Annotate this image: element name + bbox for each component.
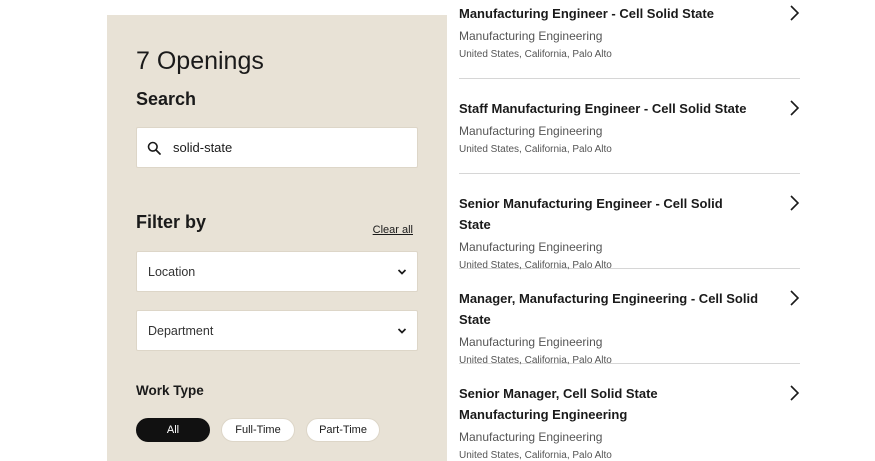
search-box[interactable] (136, 127, 418, 168)
job-location: United States, California, Palo Alto (459, 355, 612, 366)
job-title[interactable]: Senior Manufacturing Engineer - Cell Sol… (459, 193, 749, 235)
openings-count: 7 Openings (136, 47, 264, 75)
job-title[interactable]: Manager, Manufacturing Engineering - Cel… (459, 288, 789, 330)
work-type-heading: Work Type (136, 383, 204, 398)
job-listing[interactable]: Manufacturing Engineer - Cell Solid Stat… (459, 3, 800, 79)
job-location: United States, California, Palo Alto (459, 260, 612, 271)
job-location: United States, California, Palo Alto (459, 450, 612, 461)
department-dropdown[interactable]: Department (136, 310, 418, 351)
work-type-full-time-button[interactable]: Full-Time (221, 418, 295, 442)
work-type-all-button[interactable]: All (136, 418, 210, 442)
filter-sidebar: 7 Openings Search Filter by Clear all Lo… (107, 15, 447, 461)
job-location: United States, California, Palo Alto (459, 49, 612, 60)
chevron-right-icon[interactable] (788, 99, 800, 117)
job-listing[interactable]: Senior Manager, Cell Solid State Manufac… (459, 383, 800, 461)
chevron-right-icon[interactable] (788, 194, 800, 212)
search-icon (147, 141, 161, 155)
job-title[interactable]: Manufacturing Engineer - Cell Solid Stat… (459, 3, 749, 24)
job-department: Manufacturing Engineering (459, 240, 603, 254)
chevron-right-icon[interactable] (788, 384, 800, 402)
search-heading: Search (136, 89, 197, 109)
location-dropdown[interactable]: Location (136, 251, 418, 292)
chevron-right-icon[interactable] (788, 4, 800, 22)
job-department: Manufacturing Engineering (459, 430, 603, 444)
location-dropdown-label: Location (148, 264, 196, 279)
job-department: Manufacturing Engineering (459, 335, 603, 349)
department-dropdown-label: Department (148, 323, 214, 338)
job-listing[interactable]: Staff Manufacturing Engineer - Cell Soli… (459, 98, 800, 174)
job-listing[interactable]: Manager, Manufacturing Engineering - Cel… (459, 288, 800, 366)
chevron-down-icon (397, 268, 407, 275)
chevron-right-icon[interactable] (788, 289, 800, 307)
job-location: United States, California, Palo Alto (459, 144, 612, 155)
job-title[interactable]: Staff Manufacturing Engineer - Cell Soli… (459, 98, 749, 119)
chevron-down-icon (397, 327, 407, 334)
search-input[interactable] (173, 140, 393, 155)
filter-heading: Filter by (136, 212, 207, 232)
job-listing[interactable]: Senior Manufacturing Engineer - Cell Sol… (459, 193, 800, 271)
job-department: Manufacturing Engineering (459, 29, 603, 43)
job-department: Manufacturing Engineering (459, 124, 603, 138)
job-title[interactable]: Senior Manager, Cell Solid State Manufac… (459, 383, 749, 425)
clear-all-link[interactable]: Clear all (373, 224, 413, 236)
work-type-part-time-button[interactable]: Part-Time (306, 418, 380, 442)
